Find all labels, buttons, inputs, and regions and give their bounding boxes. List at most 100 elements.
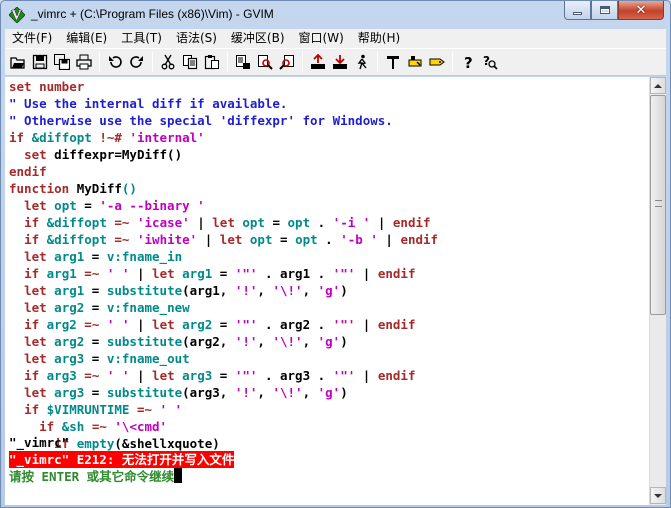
find-prev-icon xyxy=(279,55,294,70)
code-token: | xyxy=(370,215,393,230)
undo-button[interactable] xyxy=(104,51,126,73)
shell-button[interactable] xyxy=(404,51,426,73)
maximize-button[interactable] xyxy=(591,1,618,20)
make-button[interactable] xyxy=(382,51,404,73)
help-button[interactable]: ? xyxy=(457,51,479,73)
code-token: '"' xyxy=(234,368,258,383)
save-button[interactable] xyxy=(29,51,51,73)
vertical-scrollbar[interactable] xyxy=(649,77,666,505)
code-token: endif xyxy=(392,215,431,230)
menu-syntax[interactable]: 语法(S) xyxy=(169,29,224,48)
paste-button[interactable] xyxy=(201,51,223,73)
vim-app-icon[interactable] xyxy=(9,7,25,23)
code-token: '\!' xyxy=(272,334,303,349)
code-token: if xyxy=(9,130,25,145)
open-button[interactable] xyxy=(7,51,29,73)
chevron-down-icon xyxy=(654,493,662,498)
code-token: if xyxy=(24,232,40,247)
code-token: , xyxy=(302,385,318,400)
code-token: '\!' xyxy=(272,283,303,298)
code-token: ' ' xyxy=(106,317,130,332)
toolbar-separator xyxy=(377,52,378,72)
code-token: , xyxy=(302,334,318,349)
toolbar-separator xyxy=(227,52,228,72)
code-token: substitute xyxy=(106,334,183,349)
redo-button[interactable] xyxy=(126,51,148,73)
find-prev-button[interactable] xyxy=(276,51,298,73)
code-token: =~ xyxy=(114,232,130,247)
code-token: arg3 xyxy=(46,368,77,383)
code-token: . arg1 . xyxy=(257,266,333,281)
code-token: arg3 xyxy=(54,385,85,400)
code-token: ) xyxy=(340,385,348,400)
replace-icon xyxy=(236,55,250,69)
code-token: (arg3, xyxy=(182,385,235,400)
title-bar[interactable]: _vimrc + (C:\Program Files (x86)\Vim) - … xyxy=(1,1,670,29)
gvim-window: _vimrc + (C:\Program Files (x86)\Vim) - … xyxy=(0,0,671,508)
code-token: = xyxy=(84,334,107,349)
chevron-up-icon xyxy=(654,83,662,88)
code-token: = xyxy=(212,266,235,281)
code-token: | xyxy=(355,317,378,332)
code-token: 'g' xyxy=(317,334,341,349)
menu-buffers[interactable]: 缓冲区(B) xyxy=(224,29,292,48)
run-script-icon xyxy=(357,54,367,70)
code-token: ' ' xyxy=(159,402,183,417)
window-controls: ✕ xyxy=(564,1,664,20)
find-next-button[interactable] xyxy=(254,51,276,73)
code-token: substitute xyxy=(106,385,183,400)
save-session-button[interactable] xyxy=(329,51,351,73)
tag-jump-button[interactable] xyxy=(426,51,448,73)
menu-help[interactable]: 帮助(H) xyxy=(351,29,407,48)
shell-icon xyxy=(408,56,422,67)
run-script-button[interactable] xyxy=(351,51,373,73)
menu-tools[interactable]: 工具(T) xyxy=(114,29,169,48)
code-token: v:fname_new xyxy=(106,300,190,315)
menu-edit[interactable]: 编辑(E) xyxy=(59,29,114,48)
save-all-icon xyxy=(54,54,70,70)
code-token: if xyxy=(24,402,40,417)
print-icon xyxy=(76,54,92,70)
scrollbar-thumb[interactable] xyxy=(650,95,666,315)
find-help-button[interactable]: ? xyxy=(479,51,501,73)
copy-button[interactable] xyxy=(179,51,201,73)
cut-button[interactable] xyxy=(157,51,179,73)
code-token: '-a --binary ' xyxy=(99,198,205,213)
code-line: let arg2 = v:fname_new xyxy=(9,299,190,316)
save-icon xyxy=(32,54,48,70)
save-all-button[interactable] xyxy=(51,51,73,73)
code-token: &diffopt xyxy=(46,232,107,247)
code-token: | xyxy=(355,368,378,383)
close-button[interactable]: ✕ xyxy=(618,1,664,20)
code-token: arg2 xyxy=(54,300,85,315)
load-session-button[interactable] xyxy=(307,51,329,73)
code-token: ) xyxy=(340,283,348,298)
code-token: . xyxy=(317,232,341,247)
code-token: endif xyxy=(400,232,439,247)
print-button[interactable] xyxy=(73,51,95,73)
scroll-down-button[interactable] xyxy=(650,487,666,504)
code-line: if arg2 =~ ' ' | let arg2 = '"' . arg2 .… xyxy=(9,316,415,333)
code-token: =~ xyxy=(84,317,100,332)
menu-file[interactable]: 文件(F) xyxy=(5,29,59,48)
scroll-up-button[interactable] xyxy=(650,77,666,94)
redo-icon xyxy=(130,56,143,68)
copy-icon xyxy=(183,55,198,70)
menu-window[interactable]: 窗口(W) xyxy=(292,29,351,48)
text-editor-area[interactable]: if empty(&shellxquote) if &sh =~ '\<cmd'… xyxy=(5,77,649,505)
replace-button[interactable] xyxy=(232,51,254,73)
code-token: ' ' xyxy=(106,368,130,383)
minimize-button[interactable] xyxy=(564,1,591,20)
code-token: arg1 xyxy=(54,249,85,264)
